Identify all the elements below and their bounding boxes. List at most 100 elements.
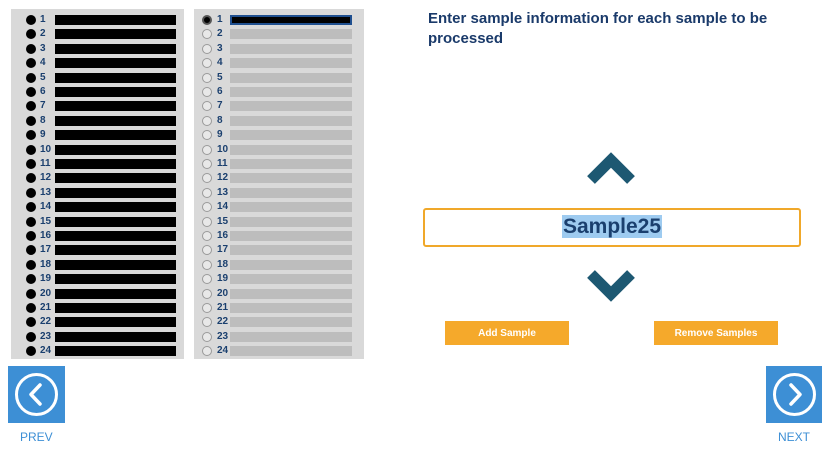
left-list-row[interactable]: 23 bbox=[11, 330, 184, 344]
left-list-row[interactable]: 3 bbox=[11, 42, 184, 56]
left-list-radio[interactable] bbox=[26, 87, 36, 97]
right-list-entry-field[interactable] bbox=[230, 202, 352, 213]
right-list-row[interactable]: 5 bbox=[194, 71, 364, 85]
right-list-row[interactable]: 21 bbox=[194, 301, 364, 315]
left-list-entry-field[interactable] bbox=[55, 43, 176, 54]
right-list-entry-field[interactable] bbox=[230, 303, 352, 313]
left-list-radio[interactable] bbox=[26, 317, 36, 328]
right-list-radio[interactable] bbox=[202, 303, 212, 313]
left-list-row[interactable]: 16 bbox=[11, 229, 184, 243]
next-button[interactable] bbox=[766, 366, 822, 423]
chevron-down-icon[interactable] bbox=[585, 268, 637, 302]
right-list-radio[interactable] bbox=[202, 346, 212, 357]
right-list-entry-field[interactable] bbox=[230, 159, 352, 169]
left-list-row[interactable]: 17 bbox=[11, 243, 184, 257]
left-list-entry-field[interactable] bbox=[55, 87, 176, 97]
right-list-radio[interactable] bbox=[202, 202, 212, 213]
left-list-radio[interactable] bbox=[26, 245, 36, 256]
left-list-row[interactable]: 19 bbox=[11, 272, 184, 286]
right-list-radio[interactable] bbox=[202, 259, 212, 270]
right-list-row[interactable]: 15 bbox=[194, 215, 364, 229]
right-list-radio[interactable] bbox=[202, 173, 212, 184]
left-list-entry-field[interactable] bbox=[55, 331, 176, 342]
left-list-entry-field[interactable] bbox=[55, 231, 176, 241]
right-list-row[interactable]: 16 bbox=[194, 229, 364, 243]
left-list-row[interactable]: 4 bbox=[11, 56, 184, 70]
right-list-radio[interactable] bbox=[202, 130, 212, 141]
left-list-row[interactable]: 7 bbox=[11, 99, 184, 113]
left-list-radio[interactable] bbox=[26, 202, 36, 213]
left-list-entry-field[interactable] bbox=[55, 187, 176, 198]
left-list-radio[interactable] bbox=[26, 187, 36, 198]
right-list-entry-field[interactable] bbox=[230, 231, 352, 241]
right-list-radio[interactable] bbox=[202, 72, 212, 83]
left-list-entry-field[interactable] bbox=[55, 159, 176, 169]
right-list-entry-field[interactable] bbox=[230, 245, 352, 256]
right-list-row[interactable]: 10 bbox=[194, 143, 364, 157]
left-list-radio[interactable] bbox=[26, 274, 36, 285]
left-list-radio[interactable] bbox=[26, 43, 36, 54]
right-list-row[interactable]: 20 bbox=[194, 287, 364, 301]
sample-name-field[interactable]: Sample25 bbox=[423, 208, 801, 247]
left-list-entry-field[interactable] bbox=[55, 29, 176, 40]
right-list-entry-field[interactable] bbox=[230, 331, 352, 342]
right-list-entry-field[interactable] bbox=[230, 29, 352, 40]
right-list-entry-field[interactable] bbox=[230, 130, 352, 141]
right-list-row[interactable]: 6 bbox=[194, 85, 364, 99]
right-list-row[interactable]: 22 bbox=[194, 315, 364, 329]
left-list-row[interactable]: 10 bbox=[11, 143, 184, 157]
right-list-entry-field[interactable] bbox=[230, 216, 352, 227]
left-list-radio[interactable] bbox=[26, 303, 36, 313]
right-list-radio[interactable] bbox=[202, 87, 212, 97]
right-list-radio[interactable] bbox=[202, 159, 212, 169]
left-list-row[interactable]: 22 bbox=[11, 315, 184, 329]
right-list-row[interactable]: 4 bbox=[194, 56, 364, 70]
right-list-entry-field[interactable] bbox=[230, 288, 352, 299]
right-list-entry-field[interactable] bbox=[230, 274, 352, 285]
right-list-row[interactable]: 24 bbox=[194, 344, 364, 358]
left-list-entry-field[interactable] bbox=[55, 202, 176, 213]
left-list-row[interactable]: 9 bbox=[11, 128, 184, 142]
right-list-radio[interactable] bbox=[202, 245, 212, 256]
right-list-row[interactable]: 18 bbox=[194, 258, 364, 272]
left-list-row[interactable]: 18 bbox=[11, 258, 184, 272]
right-list-radio[interactable] bbox=[202, 58, 212, 69]
left-list-row[interactable]: 24 bbox=[11, 344, 184, 358]
right-list-entry-field[interactable] bbox=[230, 43, 352, 54]
right-list-entry-field[interactable] bbox=[230, 144, 352, 155]
left-list-row[interactable]: 12 bbox=[11, 171, 184, 185]
left-list-row[interactable]: 8 bbox=[11, 114, 184, 128]
right-list-radio[interactable] bbox=[202, 231, 212, 241]
right-list-entry-field[interactable] bbox=[230, 72, 352, 83]
right-list-row[interactable]: 1 bbox=[194, 13, 364, 27]
right-list-entry-field[interactable] bbox=[230, 87, 352, 97]
right-list-row[interactable]: 3 bbox=[194, 42, 364, 56]
left-list-row[interactable]: 15 bbox=[11, 215, 184, 229]
left-list-entry-field[interactable] bbox=[55, 101, 176, 112]
left-list-row[interactable]: 2 bbox=[11, 27, 184, 41]
left-list-radio[interactable] bbox=[26, 58, 36, 69]
left-list-radio[interactable] bbox=[26, 101, 36, 112]
right-list-entry-field[interactable] bbox=[230, 15, 352, 25]
left-list-entry-field[interactable] bbox=[55, 173, 176, 184]
left-list-entry-field[interactable] bbox=[55, 346, 176, 357]
left-list-entry-field[interactable] bbox=[55, 317, 176, 328]
right-list-row[interactable]: 7 bbox=[194, 99, 364, 113]
right-list-radio[interactable] bbox=[202, 29, 212, 40]
right-list-entry-field[interactable] bbox=[230, 101, 352, 112]
right-list-row[interactable]: 19 bbox=[194, 272, 364, 286]
right-list-radio[interactable] bbox=[202, 144, 212, 155]
add-sample-button[interactable]: Add Sample bbox=[445, 321, 569, 345]
left-list-row[interactable]: 20 bbox=[11, 287, 184, 301]
right-list-radio[interactable] bbox=[202, 317, 212, 328]
left-list-radio[interactable] bbox=[26, 259, 36, 270]
right-list-row[interactable]: 13 bbox=[194, 186, 364, 200]
left-list-entry-field[interactable] bbox=[55, 216, 176, 227]
right-list-radio[interactable] bbox=[202, 187, 212, 198]
left-list-entry-field[interactable] bbox=[55, 130, 176, 141]
right-list-radio[interactable] bbox=[202, 288, 212, 299]
right-list-radio[interactable] bbox=[202, 216, 212, 227]
left-list-entry-field[interactable] bbox=[55, 72, 176, 83]
right-list-radio[interactable] bbox=[202, 331, 212, 342]
prev-button[interactable] bbox=[8, 366, 65, 423]
